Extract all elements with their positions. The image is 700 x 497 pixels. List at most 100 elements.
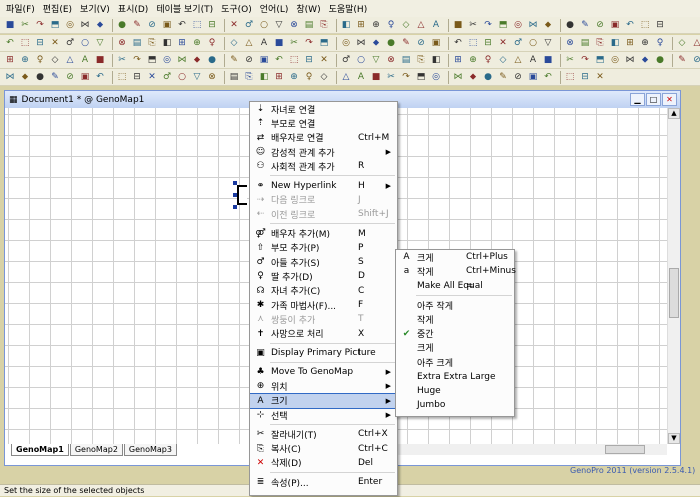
toolbar-tool-icon[interactable]: ⊘ (146, 19, 158, 31)
toolbar-tool-icon[interactable]: ◎ (340, 37, 352, 49)
toolbar-tool-icon[interactable]: ♀ (385, 19, 397, 31)
toolbar-tool-icon[interactable]: ⊟ (206, 19, 218, 31)
toolbar-tool-icon[interactable]: ⬒ (415, 71, 427, 83)
toolbar-tool-icon[interactable]: ↶ (94, 71, 106, 83)
toolbar-tool-icon[interactable]: ⎘ (146, 37, 158, 49)
toolbar-tool-icon[interactable]: ⊗ (385, 54, 397, 66)
context_menu-item[interactable]: ≣ 속성(P)... Enter (250, 475, 397, 489)
toolbar-tool-icon[interactable]: ⊞ (176, 37, 188, 49)
toolbar-tool-icon[interactable]: ⬒ (318, 37, 330, 49)
toolbar-tool-icon[interactable]: ✎ (400, 37, 412, 49)
hscroll-thumb[interactable] (605, 445, 645, 454)
toolbar-tool-icon[interactable]: ● (482, 71, 494, 83)
toolbar-tool-icon[interactable]: ✕ (497, 37, 509, 49)
toolbar-tool-icon[interactable]: ⬒ (497, 19, 509, 31)
toolbar-tool-icon[interactable]: ◧ (609, 37, 621, 49)
toolbar-tool-icon[interactable]: ⊟ (482, 37, 494, 49)
toolbar-tool-icon[interactable]: ◧ (258, 71, 270, 83)
toolbar-tool-icon[interactable]: ⊗ (116, 37, 128, 49)
toolbar-tool-icon[interactable]: ⊞ (4, 54, 16, 66)
tab-genomap1[interactable]: GenoMap1 (11, 444, 69, 456)
toolbar-tool-icon[interactable]: ♂ (512, 37, 524, 49)
toolbar-tool-icon[interactable]: ⊘ (64, 71, 76, 83)
toolbar-tool-icon[interactable]: ⊕ (191, 37, 203, 49)
toolbar-tool-icon[interactable]: ▣ (258, 54, 270, 66)
toolbar-tool-icon[interactable]: ▣ (430, 37, 442, 49)
toolbar-tool-icon[interactable]: ⬚ (564, 71, 576, 83)
toolbar-tool-icon[interactable]: ◇ (49, 54, 61, 66)
toolbar-tool-icon[interactable]: ↷ (131, 54, 143, 66)
toolbar-tool-icon[interactable]: ✎ (131, 19, 143, 31)
toolbar-tool-icon[interactable]: ◎ (512, 19, 524, 31)
context_menu-item[interactable]: ⇢ 다음 링크로 J (250, 193, 397, 207)
toolbar-tool-icon[interactable]: ⊕ (639, 37, 651, 49)
toolbar-tool-icon[interactable]: ✎ (579, 19, 591, 31)
toolbar-tool-icon[interactable]: ⋈ (452, 71, 464, 83)
toolbar-tool-icon[interactable]: ♂ (161, 71, 173, 83)
toolbar-tool-icon[interactable]: ⬥ (191, 54, 203, 66)
toolbar-tool-icon[interactable]: ▤ (228, 71, 240, 83)
toolbar-tool-icon[interactable]: ◎ (161, 54, 173, 66)
toolbar-tool-icon[interactable]: ▤ (303, 19, 315, 31)
toolbar-tool-icon[interactable]: ◇ (228, 37, 240, 49)
toolbar-tool-icon[interactable]: ♂ (243, 19, 255, 31)
menu-8[interactable]: 도움말(H) (325, 2, 372, 15)
context_menu-item[interactable]: ⊹ 선택 ▶ (250, 408, 397, 422)
toolbar-tool-icon[interactable]: ✎ (228, 54, 240, 66)
context_menu-item[interactable]: ⚤ 배우자 추가(M) M (250, 226, 397, 241)
toolbar-tool-icon[interactable]: ⬚ (116, 71, 128, 83)
toolbar-tool-icon[interactable]: ⋈ (4, 71, 16, 83)
toolbar-tool-icon[interactable]: ↶ (542, 71, 554, 83)
toolbar-tool-icon[interactable]: ⊟ (34, 37, 46, 49)
toolbar-tool-icon[interactable]: ⬥ (19, 71, 31, 83)
toolbar-tool-icon[interactable]: ▤ (579, 37, 591, 49)
toolbar-tool-icon[interactable]: ⊗ (206, 71, 218, 83)
context_menu-item[interactable]: ♀ 딸 추가(D) D (250, 269, 397, 283)
toolbar-tool-icon[interactable]: △ (691, 37, 700, 49)
context_menu-item[interactable]: ▣ Display Primary Picture I (250, 346, 397, 360)
size_menu-item[interactable]: ✔ 중간 (396, 326, 514, 341)
toolbar-tool-icon[interactable]: ✕ (49, 37, 61, 49)
toolbar-tool-icon[interactable]: ♀ (34, 54, 46, 66)
toolbar-tool-icon[interactable]: ⋈ (79, 19, 91, 31)
toolbar-tool-icon[interactable]: ⊟ (654, 19, 666, 31)
toolbar-tool-icon[interactable]: ◇ (400, 19, 412, 31)
toolbar-tool-icon[interactable]: ■ (273, 37, 285, 49)
context_menu-item[interactable]: A 크기 ▶ (250, 392, 397, 409)
toolbar-tool-icon[interactable]: ✎ (49, 71, 61, 83)
toolbar-tool-icon[interactable]: ▽ (191, 71, 203, 83)
scroll-down-icon[interactable]: ▼ (668, 433, 680, 444)
size_menu-item[interactable]: 아주 작게 (396, 298, 514, 312)
toolbar-tool-icon[interactable]: ◧ (161, 37, 173, 49)
toolbar-tool-icon[interactable]: ⎘ (243, 71, 255, 83)
context_menu-item[interactable]: ✕ 삭제(D) Del (250, 456, 397, 470)
toolbar-tool-icon[interactable]: ✕ (228, 19, 240, 31)
toolbar-tool-icon[interactable]: ↶ (452, 37, 464, 49)
toolbar-tool-icon[interactable]: ⊘ (512, 71, 524, 83)
toolbar-tool-icon[interactable]: ▣ (609, 19, 621, 31)
toolbar-tool-icon[interactable]: ✂ (288, 37, 300, 49)
toolbar-tool-icon[interactable]: ◎ (609, 54, 621, 66)
toolbar-tool-icon[interactable]: ◎ (64, 19, 76, 31)
menu-0[interactable]: 파일(F) (2, 2, 39, 15)
toolbar-tool-icon[interactable]: ● (206, 54, 218, 66)
toolbar-tool-icon[interactable]: ✂ (385, 71, 397, 83)
toolbar-tool-icon[interactable]: ⊟ (303, 54, 315, 66)
menu-7[interactable]: 창(W) (292, 2, 324, 15)
toolbar-tool-icon[interactable]: ▤ (131, 37, 143, 49)
tab-genomap2[interactable]: GenoMap2 (69, 444, 123, 456)
toolbar-tool-icon[interactable]: ⊕ (288, 71, 300, 83)
context_menu-item[interactable]: ⇧ 부모 추가(P) P (250, 241, 397, 255)
toolbar-tool-icon[interactable]: ↷ (400, 71, 412, 83)
toolbar-tool-icon[interactable]: ⊗ (564, 37, 576, 49)
size_menu-item[interactable]: Make All Equal = (396, 279, 514, 293)
menu-2[interactable]: 보기(V) (76, 2, 114, 15)
toolbar-tool-icon[interactable]: ✂ (564, 54, 576, 66)
toolbar-tool-icon[interactable]: ⎘ (415, 54, 427, 66)
toolbar-tool-icon[interactable]: ● (116, 19, 128, 31)
toolbar-tool-icon[interactable]: ⎘ (318, 19, 330, 31)
toolbar-tool-icon[interactable]: ⬒ (146, 54, 158, 66)
toolbar-tool-icon[interactable]: ✎ (676, 54, 688, 66)
toolbar-tool-icon[interactable]: ⊗ (288, 19, 300, 31)
context_menu-item[interactable]: ⎘ 복사(C) Ctrl+C (250, 442, 397, 456)
